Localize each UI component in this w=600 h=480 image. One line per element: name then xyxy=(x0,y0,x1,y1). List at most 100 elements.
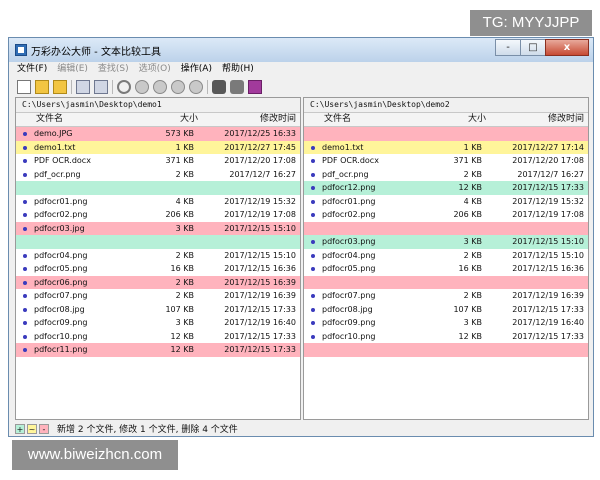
file-date: 2017/12/27 17:14 xyxy=(512,142,584,152)
file-date: 2017/12/15 15:10 xyxy=(224,223,296,233)
file-row[interactable]: pdfocr05.png 16 KB 2017/12/15 16:36 xyxy=(304,262,588,276)
file-row[interactable]: PDF OCR.docx 371 KB 2017/12/20 17:08 xyxy=(16,154,300,168)
right-path: C:\Users\jasmin\Desktop\demo2 xyxy=(304,98,588,113)
file-row[interactable]: pdfocr02.png 206 KB 2017/12/19 17:08 xyxy=(16,208,300,222)
file-row[interactable]: pdfocr09.png 3 KB 2017/12/19 16:40 xyxy=(16,316,300,330)
menu-help[interactable]: 帮助(H) xyxy=(222,62,254,77)
file-bullet-icon xyxy=(311,199,315,204)
file-row[interactable] xyxy=(304,275,588,289)
find-next-icon[interactable] xyxy=(230,80,244,94)
right-file-list: demo1.txt 1 KB 2017/12/27 17:14 PDF OCR.doc… xyxy=(304,127,588,357)
file-row[interactable] xyxy=(16,235,300,249)
file-row[interactable]: pdfocr05.png 16 KB 2017/12/15 16:36 xyxy=(16,262,300,276)
file-row[interactable] xyxy=(16,181,300,195)
file-row[interactable]: pdf_ocr.png 2 KB 2017/12/7 16:27 xyxy=(304,168,588,182)
left-column-header: 文件名 大小 修改时间 xyxy=(16,113,300,127)
open-folder-alt-icon[interactable] xyxy=(53,80,67,94)
file-row[interactable]: demo.JPG 573 KB 2017/12/25 16:33 xyxy=(16,127,300,141)
file-size: 1 KB xyxy=(463,142,482,152)
menu-actions[interactable]: 操作(A) xyxy=(181,62,212,77)
next-diff-icon[interactable] xyxy=(153,80,167,94)
file-size: 4 KB xyxy=(175,196,194,206)
file-bullet-icon xyxy=(23,348,27,352)
file-row[interactable]: pdfocr10.png 12 KB 2017/12/15 17:33 xyxy=(304,330,588,344)
column-size[interactable]: 大小 xyxy=(180,113,198,126)
file-bullet-icon xyxy=(23,213,27,217)
file-date: 2017/12/15 15:10 xyxy=(512,250,584,260)
file-size: 3 KB xyxy=(463,318,482,327)
first-diff-icon[interactable] xyxy=(171,80,185,94)
column-size[interactable]: 大小 xyxy=(468,113,486,126)
menu-edit[interactable]: 编辑(E) xyxy=(57,62,88,77)
save-icon[interactable] xyxy=(76,80,90,94)
file-size: 3 KB xyxy=(463,237,482,246)
file-bullet-icon xyxy=(23,280,27,285)
prev-diff-icon[interactable] xyxy=(135,80,149,94)
file-date: 2017/12/15 17:33 xyxy=(224,345,296,354)
last-diff-icon[interactable] xyxy=(189,80,203,94)
file-name: pdfocr07.png xyxy=(34,291,88,300)
file-row[interactable] xyxy=(304,221,588,235)
file-row[interactable]: pdfocr06.png 2 KB 2017/12/15 16:39 xyxy=(16,275,300,289)
left-file-list: demo.JPG 573 KB 2017/12/25 16:33 demo1.txt 1… xyxy=(16,127,300,357)
app-window: 万彩办公大师 - 文本比较工具 - □ x 文件(F) 编辑(E) 查找(S) … xyxy=(8,37,594,437)
menu-search[interactable]: 查找(S) xyxy=(98,62,129,77)
file-row[interactable]: pdfocr04.png 2 KB 2017/12/15 15:10 xyxy=(16,249,300,263)
file-size: 2 KB xyxy=(175,169,194,179)
file-row[interactable]: pdfocr01.png 4 KB 2017/12/19 15:32 xyxy=(16,195,300,209)
menu-options[interactable]: 选项(O) xyxy=(139,62,171,77)
file-name: pdfocr05.png xyxy=(322,264,376,273)
legend-added: + xyxy=(15,423,25,434)
file-row[interactable]: pdfocr08.jpg 107 KB 2017/12/15 17:33 xyxy=(304,303,588,317)
file-bullet-icon xyxy=(23,159,27,163)
file-size: 3 KB xyxy=(175,223,194,233)
file-row[interactable]: pdfocr07.png 2 KB 2017/12/19 16:39 xyxy=(16,289,300,303)
file-name: PDF OCR.docx xyxy=(322,156,379,165)
column-date[interactable]: 修改时间 xyxy=(260,113,296,126)
file-row[interactable]: pdfocr11.png 12 KB 2017/12/15 17:33 xyxy=(16,343,300,357)
file-date: 2017/12/15 16:36 xyxy=(224,264,296,273)
file-date: 2017/12/15 17:33 xyxy=(224,331,296,341)
column-name[interactable]: 文件名 xyxy=(324,113,351,126)
find-icon[interactable] xyxy=(212,80,226,94)
help-book-icon[interactable] xyxy=(248,80,262,94)
file-row[interactable]: pdfocr04.png 2 KB 2017/12/15 15:10 xyxy=(304,249,588,263)
file-size: 16 KB xyxy=(458,264,482,273)
file-row[interactable] xyxy=(304,127,588,141)
file-row[interactable]: pdf_ocr.png 2 KB 2017/12/7 16:27 xyxy=(16,168,300,182)
file-row[interactable] xyxy=(304,343,588,357)
minimize-button[interactable]: - xyxy=(495,39,521,56)
refresh-icon[interactable] xyxy=(117,80,131,94)
save-as-icon[interactable] xyxy=(94,80,108,94)
column-name[interactable]: 文件名 xyxy=(36,113,63,126)
file-row[interactable]: pdfocr03.jpg 3 KB 2017/12/15 15:10 xyxy=(16,221,300,235)
file-date: 2017/12/19 16:39 xyxy=(224,291,296,300)
open-folder-icon[interactable] xyxy=(35,80,49,94)
file-size: 1 KB xyxy=(175,142,194,152)
file-size: 371 KB xyxy=(165,156,194,165)
file-size: 2 KB xyxy=(175,291,194,300)
legend-deleted: - xyxy=(39,423,49,434)
toolbar-separator xyxy=(112,80,113,94)
file-date: 2017/12/19 16:40 xyxy=(512,318,584,327)
file-row[interactable]: pdfocr01.png 4 KB 2017/12/19 15:32 xyxy=(304,195,588,209)
file-row[interactable]: pdfocr02.png 206 KB 2017/12/19 17:08 xyxy=(304,208,588,222)
file-row[interactable]: demo1.txt 1 KB 2017/12/27 17:45 xyxy=(16,140,300,154)
new-icon[interactable] xyxy=(17,80,31,94)
file-row[interactable]: pdfocr10.png 12 KB 2017/12/15 17:33 xyxy=(16,330,300,344)
file-row[interactable]: pdfocr09.png 3 KB 2017/12/19 16:40 xyxy=(304,316,588,330)
menu-file[interactable]: 文件(F) xyxy=(17,62,47,77)
maximize-button[interactable]: □ xyxy=(520,39,546,56)
title-bar[interactable]: 万彩办公大师 - 文本比较工具 - □ x xyxy=(9,38,593,62)
toolbar-separator xyxy=(71,80,72,94)
file-row[interactable]: demo1.txt 1 KB 2017/12/27 17:14 xyxy=(304,140,588,154)
file-size: 107 KB xyxy=(165,304,194,314)
file-row[interactable]: pdfocr07.png 2 KB 2017/12/19 16:39 xyxy=(304,289,588,303)
file-row[interactable]: pdfocr03.png 3 KB 2017/12/15 15:10 xyxy=(304,235,588,249)
file-row[interactable]: pdfocr08.jpg 107 KB 2017/12/15 17:33 xyxy=(16,303,300,317)
file-row[interactable]: PDF OCR.docx 371 KB 2017/12/20 17:08 xyxy=(304,154,588,168)
close-button[interactable]: x xyxy=(545,39,589,56)
file-row[interactable]: pdfocr12.png 12 KB 2017/12/15 17:33 xyxy=(304,181,588,195)
column-date[interactable]: 修改时间 xyxy=(548,113,584,126)
file-name: pdfocr01.png xyxy=(322,196,376,206)
